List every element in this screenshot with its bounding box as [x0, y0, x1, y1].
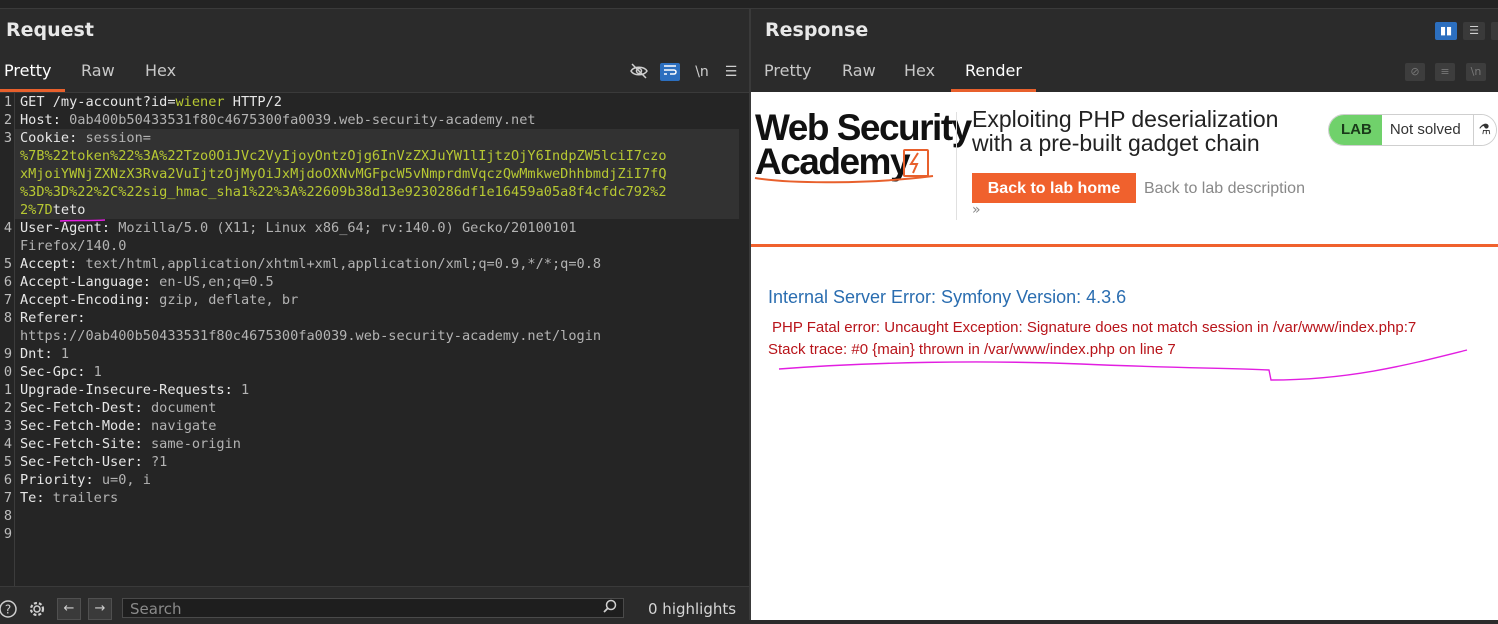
newline-toggle[interactable]: \n — [692, 63, 712, 81]
request-editor[interactable]: 1 GET /my-account?id=wiener HTTP/2 2 Host: … — [0, 92, 749, 587]
response-title: Response — [765, 19, 869, 41]
wrap-icon-disabled: ≡ — [1435, 63, 1455, 81]
menu-icon[interactable]: ☰ — [721, 63, 741, 81]
help-icon[interactable]: ? — [0, 599, 18, 619]
annotation-underline-error — [778, 349, 1468, 381]
eye-off-icon[interactable] — [629, 63, 649, 81]
response-tab-raw[interactable]: Raw — [842, 57, 876, 89]
rendered-response: Web Security Academy Exploiting PHP dese… — [751, 92, 1498, 620]
response-tab-pretty[interactable]: Pretty — [764, 57, 811, 89]
previous-arrow-icon[interactable]: ← — [57, 598, 81, 620]
wrap-icon[interactable] — [660, 63, 680, 81]
svg-text:?: ? — [5, 603, 11, 617]
highlights-count: 0 highlights — [648, 600, 737, 618]
request-bottom-bar: ? ← → Search 0 highlights — [0, 586, 749, 621]
response-pane: Response ▮▮ ☰ Pretty Raw Hex Render ⊘ ≡ … — [751, 9, 1498, 620]
layout-side-by-side-icon[interactable]: ▮▮ — [1435, 22, 1457, 40]
response-tabs: Pretty Raw Hex Render — [751, 57, 1498, 92]
eye-off-icon-disabled: ⊘ — [1405, 63, 1425, 81]
layout-tabs-icon[interactable] — [1491, 22, 1498, 40]
settings-gear-icon[interactable] — [27, 599, 47, 619]
response-tab-render[interactable]: Render — [951, 57, 1036, 92]
search-placeholder: Search — [130, 600, 182, 618]
window-top-strip — [0, 0, 1498, 9]
response-tab-hex[interactable]: Hex — [904, 57, 935, 89]
newline-toggle-disabled: \n — [1466, 63, 1486, 81]
request-tab-raw[interactable]: Raw — [81, 57, 115, 89]
layout-stacked-icon[interactable]: ☰ — [1463, 22, 1485, 40]
request-tab-hex[interactable]: Hex — [145, 57, 176, 89]
search-icon — [603, 599, 617, 620]
request-tab-pretty[interactable]: Pretty — [0, 57, 65, 92]
request-pane: Request Pretty Raw Hex \n ☰ 1 GET /my-acc… — [0, 9, 749, 621]
request-title: Request — [6, 19, 94, 41]
annotation-underline-teto — [59, 219, 106, 222]
next-arrow-icon[interactable]: → — [88, 598, 112, 620]
search-input[interactable]: Search — [122, 598, 624, 618]
